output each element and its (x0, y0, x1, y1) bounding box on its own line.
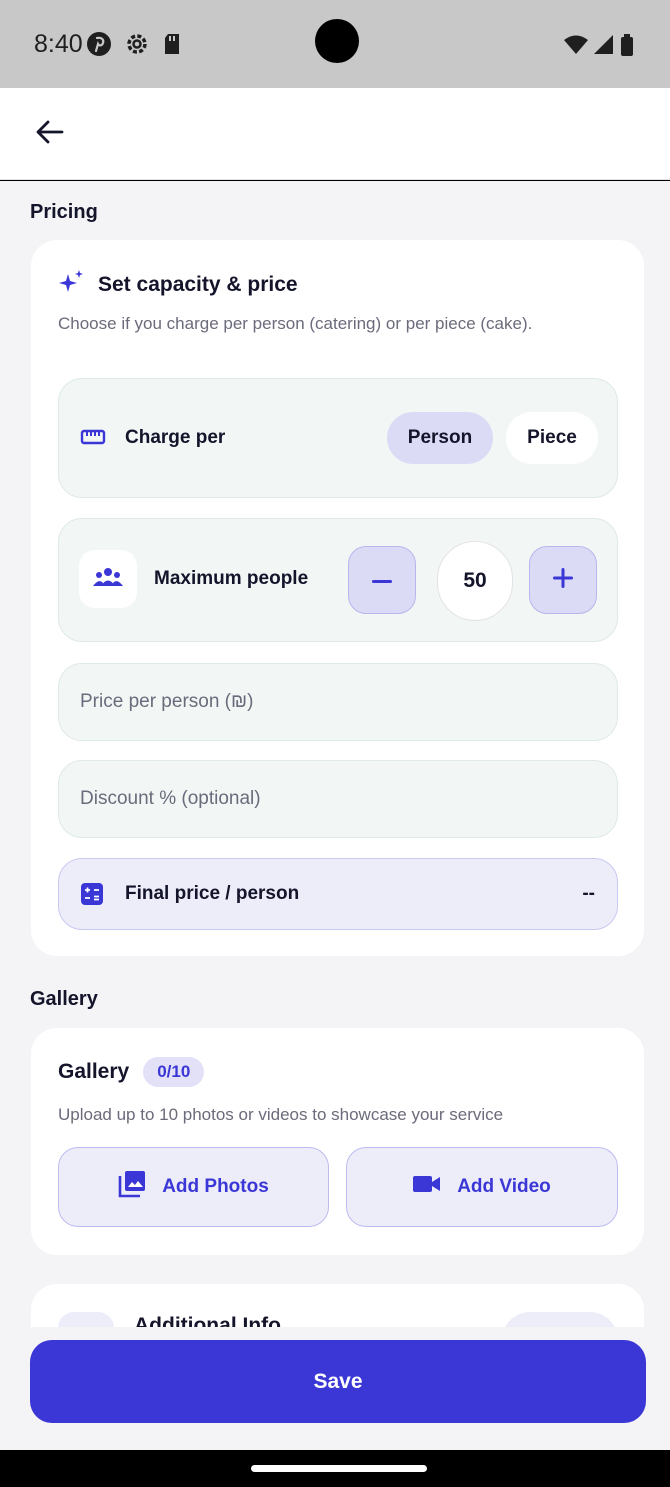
pricing-card-header: Set capacity & price (58, 268, 298, 301)
status-notification-icons (86, 31, 182, 62)
app-bar (0, 88, 670, 180)
gallery-card: Gallery 0/10 Upload up to 10 photos or v… (31, 1028, 644, 1255)
price-per-person-input[interactable] (80, 664, 590, 740)
gallery-section-title: Gallery (30, 988, 98, 1010)
final-price-label: Final price / person (125, 883, 300, 904)
minus-icon (372, 571, 392, 589)
pricing-section-title: Pricing (30, 201, 98, 223)
discount-input[interactable] (80, 761, 590, 837)
max-people-value[interactable]: 50 (437, 541, 513, 621)
signal-icon (594, 35, 614, 60)
plus-icon (553, 567, 573, 593)
additional-info-badge (502, 1312, 618, 1327)
max-people-row: Maximum people 50 (58, 518, 618, 642)
increment-button[interactable] (529, 546, 597, 614)
decrement-button[interactable] (348, 546, 416, 614)
charge-per-piece-option[interactable]: Piece (506, 412, 598, 464)
pricing-card: Set capacity & price Choose if you charg… (31, 240, 644, 956)
additional-info-card[interactable]: Additional Info (31, 1284, 644, 1327)
camera-cutout (315, 19, 359, 63)
add-photos-label: Add Photos (162, 1176, 269, 1197)
additional-info-icon-tile (58, 1312, 114, 1327)
scroll-content[interactable]: Pricing Set capacity & price Choose if y… (0, 181, 670, 1327)
settings-gear-icon (124, 31, 150, 62)
gallery-card-header: Gallery 0/10 (58, 1057, 205, 1087)
max-people-label: Maximum people (154, 568, 309, 589)
home-gesture-handle[interactable] (251, 1465, 427, 1472)
sd-card-icon (162, 32, 182, 61)
status-system-icons (564, 34, 634, 61)
gallery-count-badge: 0/10 (143, 1057, 205, 1087)
status-bar: 8:40 (0, 0, 670, 88)
arrow-left-icon (36, 120, 64, 149)
bottom-action-bar: Save (0, 1327, 670, 1450)
add-video-button[interactable]: Add Video (346, 1147, 618, 1227)
gallery-card-description: Upload up to 10 photos or videos to show… (58, 1105, 504, 1124)
pricing-card-title: Set capacity & price (98, 272, 298, 296)
gallery-card-title: Gallery (58, 1060, 130, 1083)
final-price-row: Final price / person -- (58, 858, 618, 930)
pricing-card-description: Choose if you charge per person (caterin… (58, 314, 533, 333)
system-navigation-bar (0, 1450, 670, 1487)
charge-per-person-option[interactable]: Person (387, 412, 493, 464)
additional-info-title: Additional Info (134, 1314, 281, 1327)
video-camera-icon (413, 1174, 441, 1200)
add-video-label: Add Video (457, 1176, 551, 1197)
discount-field (58, 760, 618, 838)
calculator-icon (81, 883, 103, 910)
price-per-person-field (58, 663, 618, 741)
charge-per-label: Charge per (125, 427, 226, 448)
battery-icon (620, 34, 634, 61)
sparkles-icon (58, 268, 86, 301)
status-time: 8:40 (34, 30, 83, 58)
add-photos-button[interactable]: Add Photos (58, 1147, 329, 1227)
photo-library-icon (118, 1170, 146, 1204)
max-people-icon-tile (79, 550, 137, 608)
back-button[interactable] (30, 114, 70, 154)
wifi-icon (564, 35, 588, 60)
ruler-icon (80, 426, 106, 453)
pinterest-icon (86, 31, 112, 62)
final-price-value: -- (582, 883, 595, 904)
charge-per-row: Charge per Person Piece (58, 378, 618, 498)
save-button[interactable]: Save (30, 1340, 646, 1423)
group-icon (93, 566, 123, 593)
